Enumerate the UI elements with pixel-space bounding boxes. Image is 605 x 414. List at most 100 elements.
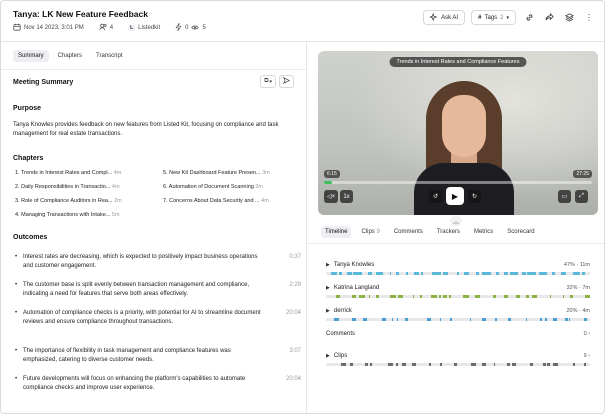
tab-metrics-label: Metrics [473, 229, 494, 235]
chapter-item[interactable]: 3. Role of Compliance Auditors in Rea...… [15, 198, 122, 204]
chapter-duration: 4m [113, 170, 122, 176]
play-button[interactable]: ▶ [446, 187, 464, 205]
speech-segment [341, 363, 347, 366]
chapter-label: 3. Role of Compliance Auditors in Rea... [15, 198, 113, 204]
speech-segment [492, 295, 497, 298]
comments-count: 0 [583, 331, 587, 337]
fullscreen-button[interactable]: ⤢ [575, 190, 588, 203]
speech-segment [521, 272, 526, 275]
speech-segment [584, 363, 587, 366]
speaker-row-tanya[interactable]: ▶ Tanya Knowles 47% · 11m [326, 262, 590, 268]
speech-segment [463, 295, 470, 298]
layers-icon[interactable] [562, 11, 576, 25]
speaker-row-katrina[interactable]: ▶ Katrina Langland 32% · 7m [326, 285, 590, 291]
app-window: Tanya: LK New Feature Feedback Nov 14 20… [0, 0, 605, 414]
chapter-label: 6. Automation of Document Scanning [163, 184, 254, 190]
collapse-button[interactable]: ︿ [450, 216, 462, 226]
tab-scorecard[interactable]: Scorecard [503, 226, 538, 238]
summary-panel: Summary Chapters Transcript Meeting Summ… [1, 42, 307, 413]
speech-segment [440, 318, 442, 321]
speech-segment [440, 363, 443, 366]
speaker-stat: 32% · 7m [566, 285, 590, 291]
speech-segment [525, 318, 527, 321]
chapter-item[interactable]: 2. Daily Responsibilities in Transactio.… [15, 184, 120, 190]
speech-segment [481, 272, 491, 275]
chapter-item[interactable]: 6. Automation of Document Scanning 2m [163, 184, 263, 190]
forward-button[interactable]: ↻ [468, 190, 481, 203]
pip-icon: ▭ [561, 194, 568, 200]
tab-summary[interactable]: Summary [13, 50, 49, 62]
speech-segment [369, 295, 371, 298]
participants-icon [99, 23, 107, 33]
clips-track[interactable] [326, 363, 590, 366]
clips-row[interactable]: ▶ Clips 9 › [326, 353, 590, 359]
tab-transcript[interactable]: Transcript [91, 50, 127, 62]
meeting-date: Nov 14 2023, 3:01 PM [24, 25, 84, 31]
outcome-timestamp[interactable]: 20:04 [286, 375, 301, 393]
speech-segment [442, 272, 448, 275]
outcomes-heading: Outcomes [13, 234, 48, 241]
video-player[interactable]: Trends in Interest Rates and Compliance … [318, 51, 598, 215]
speech-segment [547, 363, 551, 366]
ask-ai-button[interactable]: Ask AI [423, 10, 466, 25]
speech-segment [370, 363, 373, 366]
speech-segment [405, 272, 409, 275]
rewind-button[interactable]: ↺ [429, 190, 442, 203]
speaker-track-katrina[interactable] [326, 295, 590, 298]
copy-button[interactable]: ⧉ ▾ [260, 75, 276, 88]
chapter-label: 2. Daily Responsibilities in Transactio.… [15, 184, 111, 190]
chapter-duration: 3m [262, 170, 270, 176]
outcome-timestamp[interactable]: 3:07 [289, 347, 301, 365]
tab-comments[interactable]: Comments [390, 226, 427, 238]
link-icon[interactable] [522, 11, 536, 25]
speech-segment [376, 295, 380, 298]
speech-segment [395, 363, 398, 366]
outcome-timestamp[interactable]: 20:04 [286, 309, 301, 327]
more-icon[interactable]: ⋮ [582, 11, 596, 25]
outcome-item: • The customer base is split evenly betwe… [15, 281, 301, 299]
tags-button[interactable]: # Tags 2 ▾ [471, 10, 516, 25]
speaker-track-tanya[interactable] [326, 272, 590, 275]
tab-clips[interactable]: Clips 9 [357, 226, 383, 238]
comments-row[interactable]: Comments 0 › [326, 331, 590, 337]
chapter-item[interactable]: 1. Trends in Interest Rates and Compl...… [15, 170, 121, 176]
tags-count: 2 [500, 14, 504, 21]
speech-segment [475, 272, 480, 275]
speech-segment [475, 295, 481, 298]
send-button[interactable] [279, 75, 294, 88]
tab-metrics[interactable]: Metrics [470, 226, 497, 238]
outcome-timestamp[interactable]: 2:29 [289, 281, 301, 299]
speaker-track-derrick[interactable] [326, 318, 590, 321]
speaker-name: Tanya Knowles [333, 262, 375, 268]
tab-chapters[interactable]: Chapters [53, 50, 87, 62]
pip-button[interactable]: ▭ [558, 190, 571, 203]
speech-segment [367, 272, 373, 275]
outcome-timestamp[interactable]: 0:37 [289, 253, 301, 271]
speech-segment [454, 363, 457, 366]
chapter-item[interactable]: 7. Concerns About Data Security and ... … [163, 198, 269, 204]
chapter-item[interactable]: 5. New Kit Dashboard Feature Presen... 3… [163, 170, 270, 176]
send-icon [282, 76, 291, 86]
speaker-row-derrick[interactable]: ▶ derrick 20% · 4m [326, 308, 590, 314]
clips-count-wrap: 9 › [584, 353, 590, 359]
speech-segment [412, 363, 416, 366]
tab-timeline[interactable]: Timeline [321, 226, 352, 238]
seek-progress [324, 181, 333, 184]
speech-segment [346, 272, 352, 275]
speech-segment [563, 295, 565, 298]
speed-label: 1x [343, 193, 350, 200]
seek-bar[interactable] [324, 181, 592, 184]
mute-button[interactable]: ◁× [324, 190, 339, 203]
comments-count-wrap: 0 › [584, 331, 590, 337]
lightning-icon [175, 22, 182, 33]
tab-trackers[interactable]: Trackers [433, 226, 464, 238]
speech-segment [450, 318, 453, 321]
speech-segment [482, 363, 487, 366]
speed-button[interactable]: 1x [340, 190, 353, 203]
speech-segment [449, 295, 451, 298]
speech-segment [388, 363, 393, 366]
share-icon[interactable] [542, 11, 556, 25]
chapter-item[interactable]: 4. Managing Transactions with Intake... … [15, 212, 120, 218]
outcome-text: Automation of compliance checks is a pri… [23, 310, 261, 325]
chapter-duration: 4m [261, 198, 269, 204]
